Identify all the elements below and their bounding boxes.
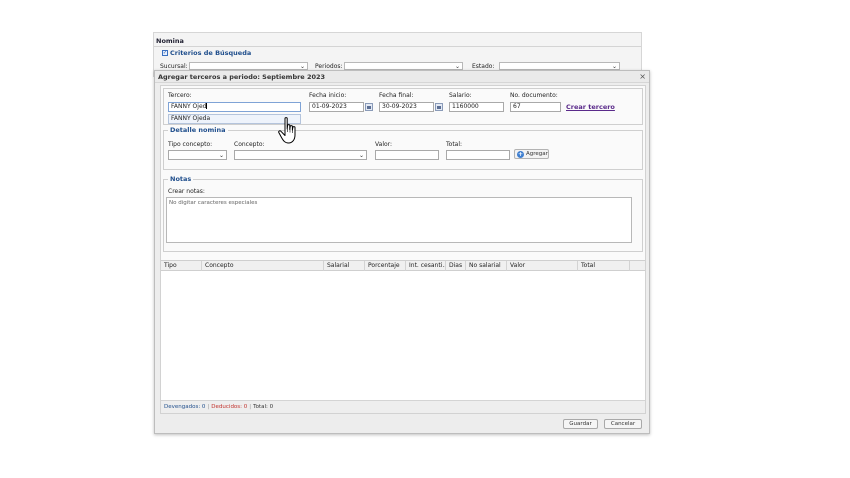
nomina-grid: Tipo Concepto Salarial Porcentaje Int. c… (161, 260, 645, 400)
tipo-concepto-select[interactable]: ⌄ (168, 150, 227, 160)
tercero-input[interactable]: FANNY Ojed (168, 102, 301, 112)
agregar-label: Agregar (526, 151, 548, 157)
estado-select[interactable]: ⌄ (499, 62, 620, 70)
criteria-label: Criterios de Búsqueda (170, 49, 252, 57)
column-total[interactable]: Total (578, 261, 630, 271)
column-no-salarial[interactable]: No salarial (466, 261, 507, 271)
chevron-down-icon: ⌄ (218, 152, 224, 159)
dialog-title: Agregar terceros a periodo: Septiembre 2… (158, 73, 326, 81)
column-scroll-spacer (630, 261, 645, 271)
guardar-button[interactable]: Guardar (563, 419, 598, 429)
chevron-down-icon: ⌄ (299, 63, 305, 70)
totals-footer: Devengados: 0 | Deducidos: 0 | Total: 0 (161, 400, 645, 413)
calendar-icon[interactable] (365, 103, 373, 111)
total-text: Total: 0 (253, 404, 274, 410)
detalle-legend: Detalle nomina (168, 126, 228, 134)
notas-textarea[interactable]: No digitar caracteres especiales (166, 197, 632, 243)
agregar-button[interactable]: + Agregar (514, 149, 549, 159)
grid-header: Tipo Concepto Salarial Porcentaje Int. c… (161, 261, 645, 271)
divider (154, 46, 641, 47)
checkbox-icon[interactable]: ✓ (162, 50, 168, 56)
window-title: Nomina (156, 37, 184, 45)
chevron-down-icon: ⌄ (358, 152, 364, 159)
no-documento-label: No. documento: (510, 92, 558, 99)
concepto-select[interactable]: ⌄ (234, 150, 367, 160)
periodos-label: Periodos: (315, 63, 343, 70)
chevron-down-icon: ⌄ (454, 63, 460, 70)
text-caret (206, 103, 208, 109)
no-documento-input[interactable]: 67 (510, 102, 561, 112)
cancelar-button[interactable]: Cancelar (604, 419, 642, 429)
sucursal-select[interactable]: ⌄ (189, 62, 308, 70)
column-concepto[interactable]: Concepto (202, 261, 324, 271)
dialog-titlebar[interactable]: Agregar terceros a periodo: Septiembre 2… (155, 71, 649, 83)
column-tipo[interactable]: Tipo (161, 261, 202, 271)
calendar-icon[interactable] (435, 103, 443, 111)
column-int-cesantias[interactable]: Int. cesanti... (406, 261, 446, 271)
column-porcentaje[interactable]: Porcentaje (365, 261, 406, 271)
tipo-concepto-label: Tipo concepto: (168, 141, 213, 148)
devengados-text: Devengados: 0 (164, 404, 206, 410)
salario-input[interactable]: 1160000 (449, 102, 504, 112)
chevron-down-icon: ⌄ (611, 63, 617, 70)
dialog-body: Tercero: FANNY Ojed FANNY Ojeda Fecha in… (160, 85, 646, 414)
sucursal-label: Sucursal: (160, 63, 188, 70)
crear-tercero-link[interactable]: Crear tercero (566, 103, 615, 111)
tercero-value: FANNY Ojed (171, 103, 207, 110)
plus-circle-icon: + (517, 150, 524, 158)
deducidos-text: Deducidos: 0 (211, 404, 248, 410)
column-salarial[interactable]: Salarial (324, 261, 365, 271)
fecha-final-label: Fecha final: (379, 92, 414, 99)
criteria-legend[interactable]: ✓ Criterios de Búsqueda (160, 49, 254, 57)
column-dias[interactable]: Dias (446, 261, 466, 271)
column-valor[interactable]: Valor (507, 261, 578, 271)
fecha-inicio-input[interactable]: 01-09-2023 (309, 102, 364, 112)
tercero-suggestion[interactable]: FANNY Ojeda (168, 114, 301, 124)
fecha-inicio-label: Fecha inicio: (309, 92, 347, 99)
tercero-label: Tercero: (168, 92, 192, 99)
fecha-final-input[interactable]: 30-09-2023 (379, 102, 434, 112)
valor-input[interactable] (375, 150, 439, 160)
agregar-terceros-dialog: Agregar terceros a periodo: Septiembre 2… (154, 70, 650, 434)
notas-legend: Notas (168, 175, 194, 183)
concepto-label: Concepto: (234, 141, 265, 148)
periodos-select[interactable]: ⌄ (344, 62, 463, 70)
valor-label: Valor: (375, 141, 393, 148)
total-label: Total: (446, 141, 463, 148)
close-icon[interactable]: × (639, 72, 646, 81)
crear-notas-label: Crear notas: (168, 188, 205, 195)
salario-label: Salario: (449, 92, 472, 99)
estado-label: Estado: (472, 63, 495, 70)
total-input[interactable] (446, 150, 510, 160)
